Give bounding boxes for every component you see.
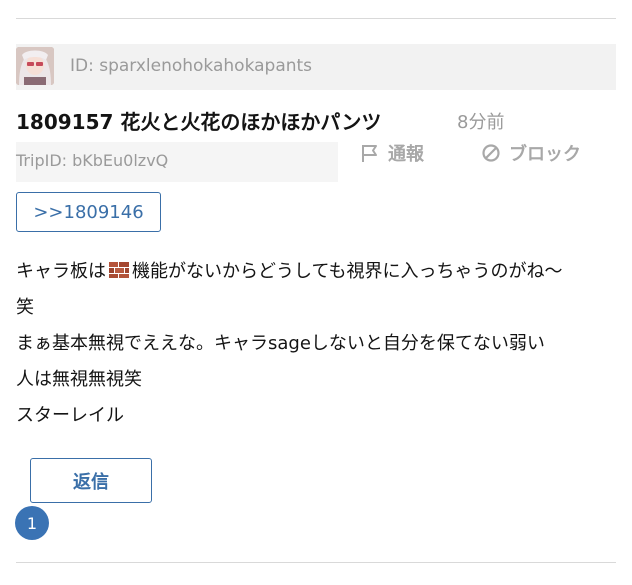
post-body: キャラ板は 機能がないからどうしても視界に入っちゃうのがね〜 笑 まぁ基本無視で… [16, 254, 620, 434]
post-body-line: まぁ基本無視でええな。キャラsageしないと自分を保てない弱い [16, 333, 545, 354]
trip-id: TripID: bKbEu0lzvQ [16, 151, 169, 170]
avatar[interactable] [16, 47, 54, 85]
block-icon [481, 143, 501, 163]
user-id: ID: sparxlenohokahokapants [70, 56, 313, 76]
post-body-line: スターレイル [16, 405, 124, 426]
bottom-divider [16, 562, 616, 563]
post-time: 8分前 [457, 112, 505, 133]
post-body-line: 人は無視無視笑 [16, 369, 142, 390]
trip-id-bar: TripID: bKbEu0lzvQ [16, 142, 338, 182]
reply-count-badge: 1 [15, 506, 49, 540]
reply-button[interactable]: 返信 [30, 458, 152, 503]
post-body-line: 笑 [16, 297, 34, 318]
post-body-line: キャラ板は 機能がないからどうしても視界に入っちゃうのがね〜 [16, 254, 620, 290]
post-title: 1809157 花火と火花のほかほかパンツ [16, 110, 382, 134]
brick-icon [108, 256, 130, 278]
reply-reference-link[interactable]: >>1809146 [16, 192, 161, 232]
flag-icon [360, 143, 380, 163]
report-label: 通報 [388, 144, 424, 165]
top-divider [16, 18, 616, 19]
block-label: ブロック [509, 144, 581, 165]
report-button[interactable]: 通報 [360, 140, 424, 166]
user-id-bar: ID: sparxlenohokahokapants [16, 44, 616, 90]
block-button[interactable]: ブロック [481, 140, 581, 166]
